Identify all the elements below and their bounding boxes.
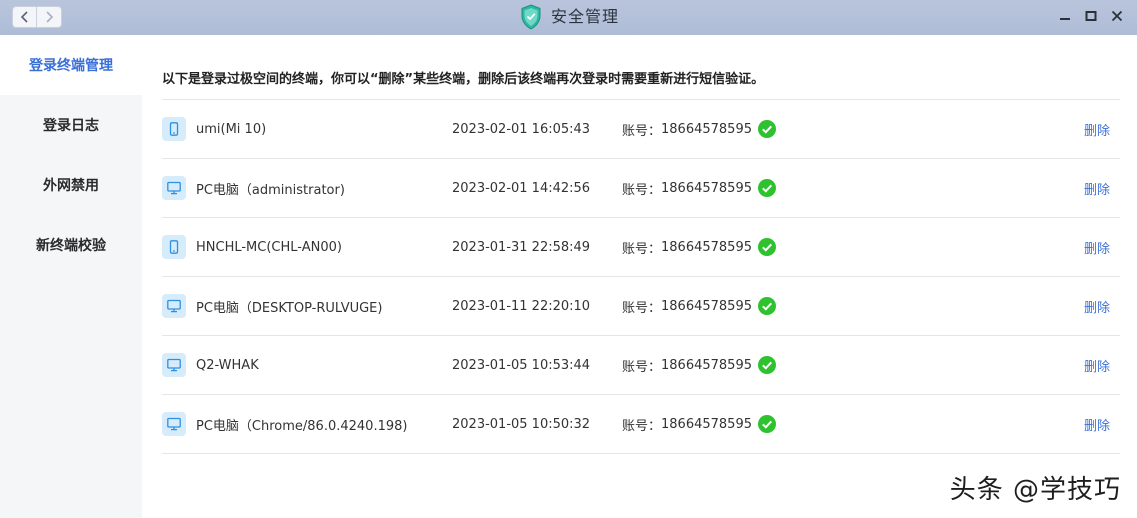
device-name: PC电脑（administrator) bbox=[196, 182, 345, 198]
terminal-list: umi(Mi 10) 2023-02-01 16:05:43 账号： 18664578… bbox=[162, 100, 1120, 454]
close-icon bbox=[1111, 10, 1123, 22]
verified-check-icon bbox=[758, 297, 776, 315]
account-prefix: 账号： bbox=[622, 182, 662, 198]
device-icon bbox=[162, 294, 186, 318]
account-prefix: 账号： bbox=[622, 418, 662, 434]
verified-check-icon bbox=[758, 415, 776, 433]
nav-buttons bbox=[12, 6, 62, 28]
phone-icon bbox=[169, 122, 179, 136]
minimize-icon bbox=[1060, 18, 1070, 20]
account-prefix: 账号： bbox=[622, 359, 662, 375]
device-icon bbox=[162, 117, 186, 141]
maximize-icon bbox=[1085, 11, 1097, 21]
account-number: 18664578595 bbox=[661, 180, 752, 196]
verified-check-icon bbox=[758, 179, 776, 197]
terminal-row: Q2-WHAK 2023-01-05 10:53:44 账号： 18664578595… bbox=[162, 336, 1120, 395]
terminal-row: PC电脑（Chrome/86.0.4240.198) 2023-01-05 10:… bbox=[162, 395, 1120, 454]
sidebar-item-login-terminals[interactable]: 登录终端管理 bbox=[0, 35, 142, 95]
sidebar-item-new-terminal-verify[interactable]: 新终端校验 bbox=[0, 215, 142, 275]
sidebar-item-wan-disable[interactable]: 外网禁用 bbox=[0, 155, 142, 215]
delete-button[interactable]: 删除 bbox=[1084, 356, 1110, 375]
account-prefix: 账号： bbox=[622, 300, 662, 316]
device-name: umi(Mi 10) bbox=[196, 121, 267, 137]
device-name: PC电脑（DESKTOP-RULVUGE) bbox=[196, 300, 383, 316]
forward-button[interactable] bbox=[37, 6, 62, 28]
verified-check-icon bbox=[758, 238, 776, 256]
account-number: 18664578595 bbox=[661, 239, 752, 255]
monitor-icon bbox=[167, 417, 181, 431]
verified-check-icon bbox=[758, 356, 776, 374]
account-info: 账号： 18664578595 bbox=[622, 297, 776, 316]
account-info: 账号： 18664578595 bbox=[622, 238, 776, 257]
device-name: Q2-WHAK bbox=[196, 357, 259, 373]
phone-icon bbox=[169, 240, 179, 254]
login-time: 2023-02-01 16:05:43 bbox=[452, 121, 591, 137]
login-time: 2023-02-01 14:42:56 bbox=[452, 180, 591, 196]
account-info: 账号： 18664578595 bbox=[622, 120, 776, 139]
delete-button[interactable]: 删除 bbox=[1084, 297, 1110, 316]
device-icon bbox=[162, 235, 186, 259]
delete-button[interactable]: 删除 bbox=[1084, 238, 1110, 257]
close-button[interactable] bbox=[1109, 8, 1125, 24]
delete-button[interactable]: 删除 bbox=[1084, 179, 1110, 198]
terminal-row: umi(Mi 10) 2023-02-01 16:05:43 账号： 18664578… bbox=[162, 100, 1120, 159]
minimize-button[interactable] bbox=[1057, 8, 1073, 24]
shield-icon bbox=[521, 4, 541, 30]
sidebar: 登录终端管理 登录日志 外网禁用 新终端校验 bbox=[0, 35, 142, 518]
account-info: 账号： 18664578595 bbox=[622, 179, 776, 198]
title-bar: 安全管理 bbox=[0, 0, 1137, 35]
account-number: 18664578595 bbox=[661, 357, 752, 373]
device-name: PC电脑（Chrome/86.0.4240.198) bbox=[196, 418, 408, 434]
page-description: 以下是登录过极空间的终端，你可以“删除”某些终端，删除后该终端再次登录时需要重新… bbox=[162, 35, 1120, 100]
main-content: 以下是登录过极空间的终端，你可以“删除”某些终端，删除后该终端再次登录时需要重新… bbox=[162, 35, 1120, 454]
account-info: 账号： 18664578595 bbox=[622, 415, 776, 434]
device-name: HNCHL-MC(CHL-AN00) bbox=[196, 239, 342, 255]
account-number: 18664578595 bbox=[661, 121, 752, 137]
chevron-left-icon bbox=[20, 11, 28, 23]
login-time: 2023-01-05 10:50:32 bbox=[452, 416, 591, 432]
chevron-right-icon bbox=[46, 11, 54, 23]
monitor-icon bbox=[167, 181, 181, 195]
delete-button[interactable]: 删除 bbox=[1084, 120, 1110, 139]
account-prefix: 账号： bbox=[622, 241, 662, 257]
login-time: 2023-01-05 10:53:44 bbox=[452, 357, 591, 373]
watermark: 头条 @学技巧 bbox=[949, 475, 1121, 505]
window-title-group: 安全管理 bbox=[520, 4, 619, 30]
maximize-button[interactable] bbox=[1083, 8, 1099, 24]
monitor-icon bbox=[167, 358, 181, 372]
login-time: 2023-01-31 22:58:49 bbox=[452, 239, 591, 255]
delete-button[interactable]: 删除 bbox=[1084, 415, 1110, 434]
account-info: 账号： 18664578595 bbox=[622, 356, 776, 375]
account-number: 18664578595 bbox=[661, 416, 752, 432]
back-button[interactable] bbox=[12, 6, 37, 28]
device-icon bbox=[162, 353, 186, 377]
login-time: 2023-01-11 22:20:10 bbox=[452, 298, 591, 314]
account-number: 18664578595 bbox=[661, 298, 752, 314]
verified-check-icon bbox=[758, 120, 776, 138]
window-controls bbox=[1057, 8, 1125, 24]
terminal-row: PC电脑（administrator) 2023-02-01 14:42:56 账号… bbox=[162, 159, 1120, 218]
window-title: 安全管理 bbox=[551, 7, 620, 26]
sidebar-item-login-log[interactable]: 登录日志 bbox=[0, 95, 142, 155]
device-icon bbox=[162, 412, 186, 436]
monitor-icon bbox=[167, 299, 181, 313]
terminal-row: HNCHL-MC(CHL-AN00) 2023-01-31 22:58:49 账号：… bbox=[162, 218, 1120, 277]
terminal-row: PC电脑（DESKTOP-RULVUGE) 2023-01-11 22:20:10… bbox=[162, 277, 1120, 336]
device-icon bbox=[162, 176, 186, 200]
account-prefix: 账号： bbox=[622, 123, 662, 139]
